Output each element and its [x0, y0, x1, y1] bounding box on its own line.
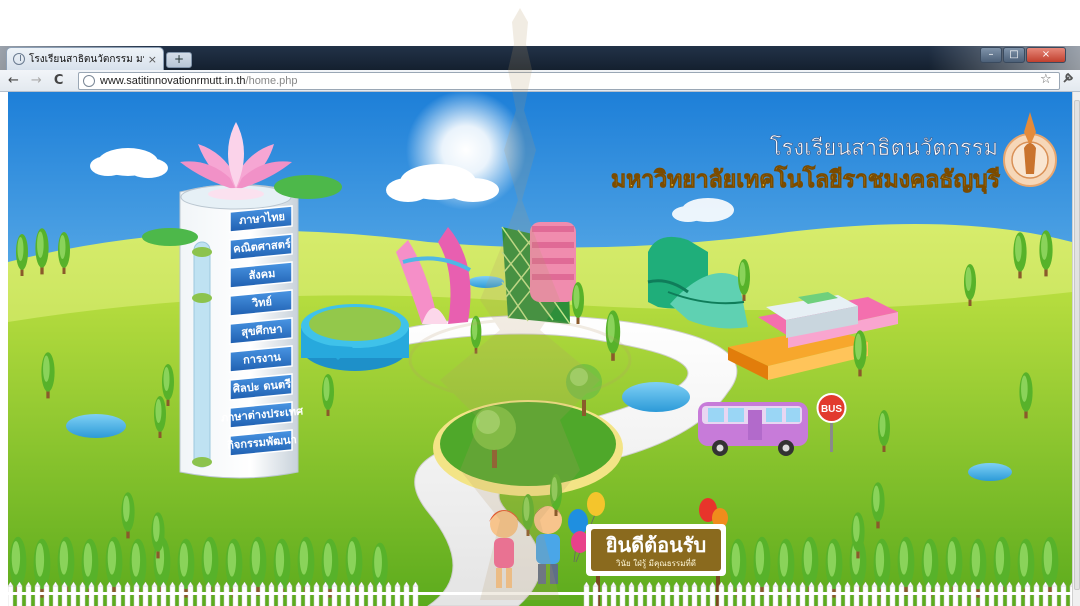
screen: โรงเรียนสาธิตนวัตกรรม มหาวิ × + – □ × ← …	[0, 0, 1080, 606]
lily-pad-building[interactable]	[301, 304, 409, 371]
wrench-menu-icon[interactable]	[1062, 72, 1074, 87]
central-lawn	[440, 402, 616, 486]
window-controls: – □ ×	[980, 47, 1066, 63]
university-name: มหาวิทยาลัยเทคโนโลยีราชมงคลธัญบุรี	[611, 165, 1001, 194]
page-favicon-icon	[13, 53, 25, 65]
school-name: โรงเรียนสาธิตนวัตกรรม	[770, 135, 998, 161]
reload-button[interactable]: C	[54, 72, 64, 90]
menu-item-label: วิทย์	[251, 295, 273, 310]
close-window-button[interactable]: ×	[1026, 47, 1066, 63]
welcome-title: ยินดีต้อนรับ	[605, 533, 706, 557]
fence-rail	[8, 592, 1072, 595]
forward-button[interactable]: →	[31, 72, 42, 90]
tab-title: โรงเรียนสาธิตนวัตกรรม มหาวิ	[29, 53, 144, 65]
minimize-button[interactable]: –	[980, 47, 1002, 63]
scrollbar-thumb[interactable]	[1074, 100, 1080, 590]
pond-right	[968, 463, 1012, 481]
subject-menu: ภาษาไทยคณิตศาสตร์สังคมวิทย์สุขศึกษาการงา…	[220, 205, 305, 457]
lily-pad-left	[142, 228, 198, 246]
new-tab-button[interactable]: +	[166, 52, 192, 68]
pond-center	[622, 382, 690, 412]
welcome-subtitle: วินัย ใฝ่รู้ มีคุณธรรมที่ดี	[616, 557, 696, 569]
page-icon	[83, 75, 95, 87]
address-bar[interactable]: www.satitinnovationrmutt.in.th /home.php	[78, 72, 1060, 90]
bookmark-star-icon[interactable]: ☆	[1040, 72, 1052, 87]
menu-item-label: สังคม	[248, 267, 276, 282]
web-page: BUS ภาษาไทย คณิตศาสตร์ สังคม วิทย์ สุขศึกษาก	[8, 92, 1072, 606]
vertical-scrollbar[interactable]	[1072, 92, 1080, 606]
lily-pad-right	[274, 175, 342, 199]
pond-left	[66, 414, 126, 438]
lattice-building[interactable]	[501, 222, 576, 325]
scene-canvas: BUS ภาษาไทยคณิตศาสตร์สังคมวิทย์สุขศึกษาก	[8, 92, 1072, 606]
browser-tab[interactable]: โรงเรียนสาธิตนวัตกรรม มหาวิ ×	[6, 47, 164, 70]
maximize-button[interactable]: □	[1003, 47, 1025, 63]
url-path: /home.php	[245, 75, 298, 87]
url-host: www.satitinnovationrmutt.in.th	[100, 75, 246, 87]
pond-small	[468, 276, 504, 288]
bus-sign-label: BUS	[821, 404, 842, 415]
back-button[interactable]: ←	[8, 72, 19, 90]
tab-close-icon[interactable]: ×	[148, 53, 157, 66]
